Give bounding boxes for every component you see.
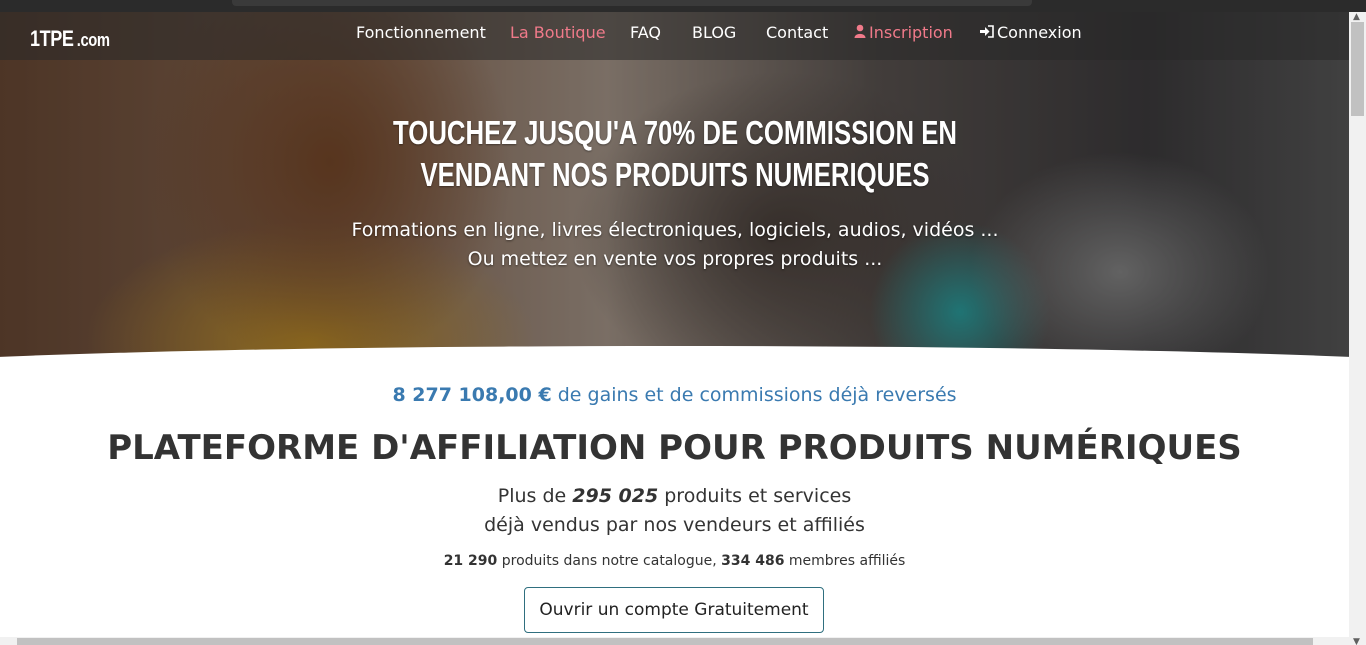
sold-suffix: produits et services bbox=[658, 485, 852, 507]
vertical-scrollbar[interactable]: ▲ ▼ bbox=[1349, 12, 1366, 645]
hero-subtitle-line2: Ou mettez en vente vos propres produits … bbox=[467, 248, 883, 270]
horizontal-scroll-thumb[interactable] bbox=[17, 638, 1313, 645]
members-count: 334 486 bbox=[721, 553, 785, 569]
members-text: membres affiliés bbox=[784, 553, 906, 569]
browser-tab-hint bbox=[232, 0, 1032, 6]
nav-connexion[interactable]: Connexion bbox=[980, 23, 1082, 42]
sign-in-icon bbox=[980, 25, 994, 38]
logo-suffix: .com bbox=[76, 30, 110, 50]
nav-inscription[interactable]: Inscription bbox=[854, 23, 953, 42]
gains-amount: 8 277 108,00 € bbox=[392, 384, 552, 406]
open-account-button[interactable]: Ouvrir un compte Gratuitement bbox=[524, 587, 824, 633]
nav-fonctionnement[interactable]: Fonctionnement bbox=[356, 23, 486, 42]
hero-subtitle-line1: Formations en ligne, livres électronique… bbox=[351, 219, 999, 241]
vertical-scroll-thumb[interactable] bbox=[1351, 22, 1364, 116]
catalog-stats: 21 290 produits dans notre catalogue, 33… bbox=[0, 553, 1349, 569]
sold-count: 295 025 bbox=[572, 485, 659, 507]
navbar: 1TPE .com Fonctionnement La Boutique FAQ … bbox=[0, 12, 1349, 60]
nav-connexion-label: Connexion bbox=[997, 23, 1082, 42]
horizontal-scrollbar[interactable] bbox=[0, 637, 1349, 645]
page-title: PLATEFORME D'AFFILIATION POUR PRODUITS N… bbox=[107, 428, 1242, 468]
scroll-down-icon[interactable]: ▼ bbox=[1353, 637, 1360, 645]
hero-title: TOUCHEZ JUSQU'A 70% DE COMMISSION EN VEN… bbox=[393, 114, 957, 193]
sold-products-line2: déjà vendus par nos vendeurs et affiliés bbox=[484, 514, 865, 536]
sold-products-text: Plus de 295 025 produits et services déj… bbox=[0, 482, 1349, 540]
products-count: 21 290 bbox=[443, 553, 498, 569]
nav-faq[interactable]: FAQ bbox=[630, 23, 661, 42]
gains-banner: 8 277 108,00 € de gains et de commission… bbox=[0, 384, 1349, 406]
sold-products-line1: Plus de 295 025 produits et services bbox=[0, 482, 1349, 511]
nav-contact[interactable]: Contact bbox=[766, 23, 828, 42]
products-text: produits dans notre catalogue, bbox=[497, 553, 722, 569]
browser-top-strip bbox=[0, 0, 1366, 12]
logo-main: 1TPE bbox=[30, 26, 74, 51]
gains-text: de gains et de commissions déjà reversés bbox=[551, 384, 957, 406]
user-icon bbox=[854, 24, 866, 38]
nav-boutique[interactable]: La Boutique bbox=[510, 23, 606, 42]
hero-subtitle: Formations en ligne, livres électronique… bbox=[300, 216, 1050, 274]
site-logo[interactable]: 1TPE .com bbox=[30, 26, 110, 52]
sold-prefix: Plus de bbox=[497, 485, 573, 507]
nav-inscription-label: Inscription bbox=[869, 23, 953, 42]
scroll-up-icon[interactable]: ▲ bbox=[1353, 12, 1360, 22]
nav-blog[interactable]: BLOG bbox=[692, 23, 736, 42]
